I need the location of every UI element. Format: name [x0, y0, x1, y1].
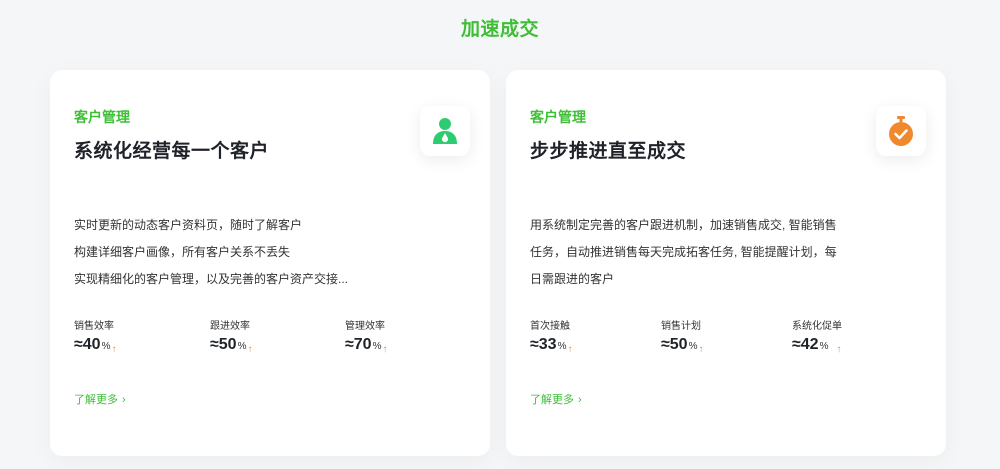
description-line: 用系统制定完善的客户跟进机制，加速销售成交, 智能销售 [530, 218, 837, 232]
learn-more-label: 了解更多 [74, 394, 118, 406]
up-arrow-icon: ↑ [836, 344, 842, 355]
description-line: 任务，自动推进销售每天完成拓客任务, 智能提醒计划，每 [530, 245, 837, 259]
card-icon-box [876, 106, 926, 156]
section-title: 加速成交 [460, 19, 539, 40]
stat-value: ≈33 [530, 336, 557, 353]
stat-label: 管理效率 [345, 321, 385, 332]
stat-label: 销售效率 [74, 321, 114, 332]
stat-value: ≈42 [792, 336, 819, 353]
stat-sales-plan: 销售计划 ≈50%↑ [661, 321, 704, 355]
card-headline: 系统化经营每一个客户 [74, 141, 270, 162]
stat-label: 销售计划 [661, 321, 701, 332]
description-line: 构建详细客户画像，所有客户关系不丢失 [74, 245, 291, 259]
stat-unit: % [372, 341, 382, 352]
stat-value: ≈50 [210, 336, 237, 353]
description-line: 实现精细化的客户管理，以及完善的客户资产交接... [74, 272, 349, 286]
up-arrow-icon: ↑ [247, 344, 253, 355]
card-headline: 步步推进直至成交 [530, 141, 687, 162]
stat-unit: % [819, 341, 829, 352]
stat-label: 跟进效率 [210, 321, 250, 332]
up-arrow-icon: ↑ [111, 344, 117, 355]
card-category: 客户管理 [74, 109, 130, 125]
chevron-right-icon: › [578, 394, 582, 406]
stat-followup-efficiency: 跟进效率 ≈50%↑ [210, 321, 253, 355]
stat-management-efficiency: 管理效率 ≈70%↑ [345, 321, 388, 355]
stat-systematic-deal: 系统化促单 ≈42% ↑ [792, 321, 842, 355]
stat-unit: % [101, 341, 111, 352]
description-line: 实时更新的动态客户资料页，随时了解客户 [74, 218, 303, 232]
stat-label: 首次接触 [530, 321, 570, 332]
feature-card-customer: 客户管理 系统化经营每一个客户 实时更新的动态客户资料页，随时了解客户 构建详细… [50, 70, 490, 456]
stat-first-contact: 首次接触 ≈33%↑ [530, 321, 573, 355]
stat-unit: % [237, 341, 247, 352]
card-icon-box [420, 106, 470, 156]
stat-sales-efficiency: 销售效率 ≈40%↑ [74, 321, 117, 355]
learn-more-link[interactable]: 了解更多 › [530, 391, 582, 407]
up-arrow-icon: ↑ [382, 344, 388, 355]
stat-value: ≈40 [74, 336, 101, 353]
stat-value: ≈50 [661, 336, 688, 353]
up-arrow-icon: ↑ [567, 344, 573, 355]
description-line: 日需跟进的客户 [530, 272, 615, 286]
feature-card-deal: 客户管理 步步推进直至成交 用系统制定完善的客户跟进机制，加速销售成交, 智能销… [506, 70, 946, 456]
stats-row: 首次接触 ≈33%↑ 销售计划 ≈50%↑ 系统化促单 ≈42% ↑ [530, 321, 930, 361]
stat-value: ≈70 [345, 336, 372, 353]
learn-more-link[interactable]: 了解更多 › [74, 391, 126, 407]
stat-unit: % [557, 341, 567, 352]
learn-more-label: 了解更多 [530, 394, 574, 406]
stats-row: 销售效率 ≈40%↑ 跟进效率 ≈50%↑ 管理效率 ≈70%↑ [74, 321, 474, 361]
stat-unit: % [688, 341, 698, 352]
customer-icon [433, 118, 457, 144]
chevron-right-icon: › [122, 394, 126, 406]
card-description: 实时更新的动态客户资料页，随时了解客户 构建详细客户画像，所有客户关系不丢失 实… [74, 212, 404, 293]
card-description: 用系统制定完善的客户跟进机制，加速销售成交, 智能销售 任务，自动推进销售每天完… [530, 212, 860, 293]
stopwatch-check-icon [889, 116, 913, 146]
up-arrow-icon: ↑ [698, 344, 704, 355]
card-category: 客户管理 [530, 109, 586, 125]
stat-label: 系统化促单 [792, 321, 842, 332]
